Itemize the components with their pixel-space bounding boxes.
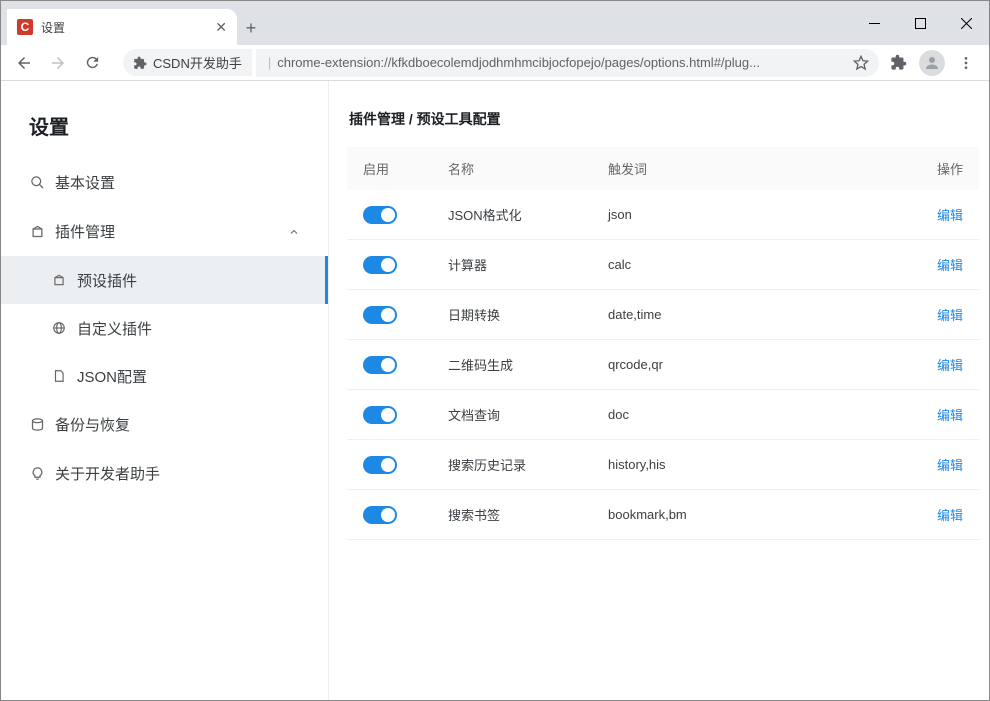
sidebar-item-label: 备份与恢复	[55, 414, 130, 435]
edit-button[interactable]: 编辑	[937, 508, 963, 523]
table-row: 搜索书签bookmark,bm 编辑	[347, 490, 979, 540]
extension-label: CSDN开发助手	[153, 53, 242, 72]
address-bar[interactable]: | chrome-extension://kfkdboecolemdjodhmh…	[256, 49, 879, 77]
browser-toolbar: CSDN开发助手 | chrome-extension://kfkdboecol…	[1, 45, 989, 81]
main-panel: 插件管理 / 预设工具配置 启用 名称 触发词 操作 JSON格式化json 编辑…	[329, 81, 989, 700]
settings-sidebar: 设置 基本设置 插件管理 预设插件 自定义插件 JSON配置 备份与恢复	[1, 81, 329, 700]
col-header-name: 名称	[448, 159, 608, 178]
sidebar-item-label: 预设插件	[77, 270, 137, 291]
database-icon	[29, 417, 45, 432]
new-tab-button[interactable]: +	[237, 11, 265, 45]
sidebar-item-label: JSON配置	[77, 366, 147, 387]
edit-button[interactable]: 编辑	[937, 458, 963, 473]
browser-tab[interactable]: C 设置 ✕	[7, 9, 237, 45]
extensions-button[interactable]	[883, 48, 913, 78]
edit-button[interactable]: 编辑	[937, 258, 963, 273]
table-row: 文档查询doc 编辑	[347, 390, 979, 440]
window-close-button[interactable]	[943, 1, 989, 45]
table-row: 计算器calc 编辑	[347, 240, 979, 290]
sidebar-title: 设置	[1, 101, 328, 158]
extension-chip[interactable]: CSDN开发助手	[123, 49, 252, 76]
tab-title: 设置	[41, 19, 207, 36]
col-header-enable: 启用	[363, 159, 448, 178]
enable-toggle[interactable]	[363, 506, 397, 524]
enable-toggle[interactable]	[363, 356, 397, 374]
sidebar-item-label: 基本设置	[55, 172, 115, 193]
table-row: 二维码生成qrcode,qr 编辑	[347, 340, 979, 390]
sidebar-item-about[interactable]: 关于开发者助手	[1, 449, 328, 498]
page-content: 设置 基本设置 插件管理 预设插件 自定义插件 JSON配置 备份与恢复	[1, 81, 989, 700]
plugin-trigger: calc	[608, 257, 903, 272]
table-row: JSON格式化json 编辑	[347, 190, 979, 240]
favicon: C	[17, 19, 33, 35]
plugin-name: 计算器	[448, 255, 608, 274]
plugin-trigger: date,time	[608, 307, 903, 322]
back-button[interactable]	[9, 48, 39, 78]
profile-button[interactable]	[917, 48, 947, 78]
sidebar-item-backup[interactable]: 备份与恢复	[1, 400, 328, 449]
tab-close-button[interactable]: ✕	[215, 19, 227, 36]
sidebar-item-label: 自定义插件	[77, 318, 152, 339]
window-maximize-button[interactable]	[897, 1, 943, 45]
window-titlebar: C 设置 ✕ +	[1, 1, 989, 45]
table-row: 日期转换date,time 编辑	[347, 290, 979, 340]
edit-button[interactable]: 编辑	[937, 208, 963, 223]
plugin-trigger: doc	[608, 407, 903, 422]
lightbulb-icon	[29, 466, 45, 481]
puzzle-icon	[133, 56, 147, 70]
breadcrumb: 插件管理 / 预设工具配置	[347, 109, 979, 129]
enable-toggle[interactable]	[363, 306, 397, 324]
sidebar-item-basic[interactable]: 基本设置	[1, 158, 328, 207]
globe-icon	[51, 321, 67, 335]
chevron-up-icon	[288, 226, 300, 238]
file-icon	[51, 369, 67, 383]
window-minimize-button[interactable]	[851, 1, 897, 45]
plugin-trigger: json	[608, 207, 903, 222]
edit-button[interactable]: 编辑	[937, 308, 963, 323]
plugin-name: 搜索历史记录	[448, 455, 608, 474]
enable-toggle[interactable]	[363, 406, 397, 424]
search-icon	[29, 175, 45, 190]
avatar-icon	[919, 50, 945, 76]
forward-button[interactable]	[43, 48, 73, 78]
plugins-table: 启用 名称 触发词 操作 JSON格式化json编辑计算器calc编辑日期转换d…	[347, 147, 979, 540]
plugin-name: JSON格式化	[448, 205, 608, 224]
enable-toggle[interactable]	[363, 456, 397, 474]
sidebar-sub-preset[interactable]: 预设插件	[1, 256, 328, 304]
reload-button[interactable]	[77, 48, 107, 78]
enable-toggle[interactable]	[363, 256, 397, 274]
sidebar-item-plugin[interactable]: 插件管理	[1, 207, 328, 256]
plugin-trigger: qrcode,qr	[608, 357, 903, 372]
sidebar-sub-custom[interactable]: 自定义插件	[1, 304, 328, 352]
bookmark-star-icon[interactable]	[853, 55, 869, 71]
sidebar-item-label: 关于开发者助手	[55, 463, 160, 484]
sidebar-item-label: 插件管理	[55, 221, 115, 242]
enable-toggle[interactable]	[363, 206, 397, 224]
table-row: 搜索历史记录history,his 编辑	[347, 440, 979, 490]
plugin-name: 文档查询	[448, 405, 608, 424]
menu-button[interactable]	[951, 48, 981, 78]
edit-button[interactable]: 编辑	[937, 358, 963, 373]
plugin-name: 搜索书签	[448, 505, 608, 524]
col-header-trigger: 触发词	[608, 159, 903, 178]
package-icon	[29, 224, 45, 239]
package-icon	[51, 273, 67, 287]
table-header: 启用 名称 触发词 操作	[347, 147, 979, 190]
col-header-action: 操作	[903, 159, 963, 178]
plugin-trigger: history,his	[608, 457, 903, 472]
plugin-trigger: bookmark,bm	[608, 507, 903, 522]
plugin-name: 二维码生成	[448, 355, 608, 374]
edit-button[interactable]: 编辑	[937, 408, 963, 423]
plugin-name: 日期转换	[448, 305, 608, 324]
url-text: chrome-extension://kfkdboecolemdjodhmhmc…	[277, 55, 760, 70]
sidebar-sub-json[interactable]: JSON配置	[1, 352, 328, 400]
